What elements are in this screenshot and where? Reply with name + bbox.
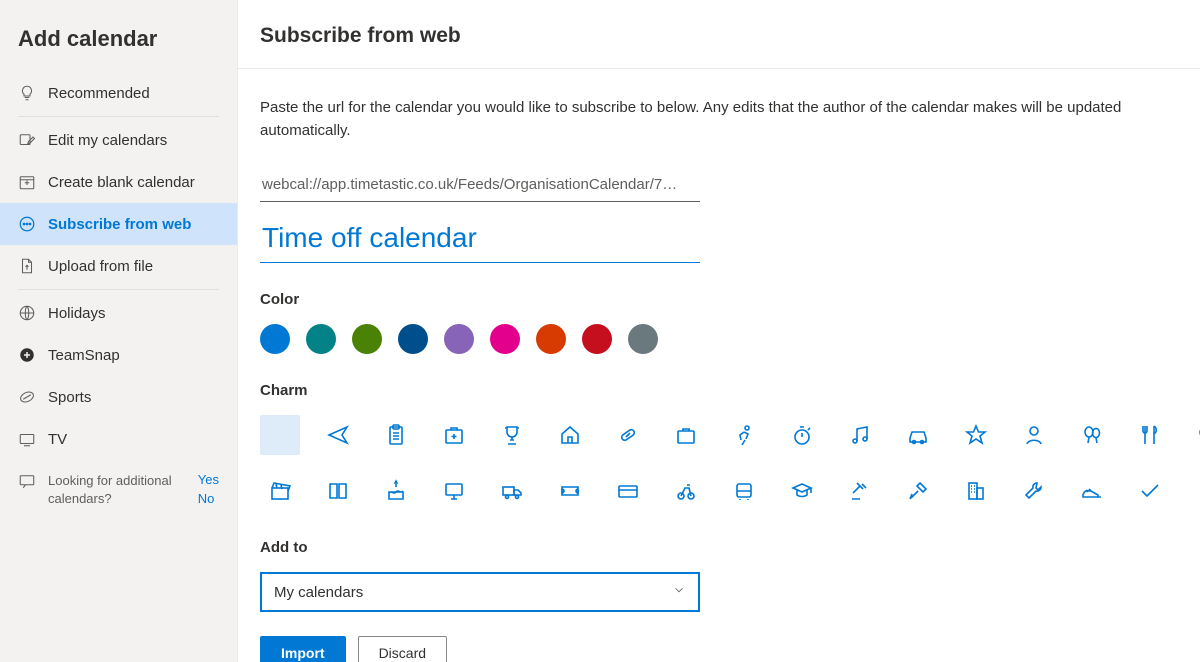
- sidebar-item-upload-file[interactable]: Upload from file: [0, 245, 237, 287]
- charm-truck-icon[interactable]: [492, 471, 532, 511]
- charm-graduation-icon[interactable]: [782, 471, 822, 511]
- sidebar-item-label: TeamSnap: [48, 347, 120, 364]
- addto-dropdown[interactable]: My calendars: [260, 572, 700, 612]
- charm-tools-icon[interactable]: [898, 471, 938, 511]
- charm-bike-icon[interactable]: [666, 471, 706, 511]
- charm-trophy-icon[interactable]: [492, 415, 532, 455]
- charm-label: Charm: [260, 382, 1200, 399]
- upload-file-icon: [18, 257, 36, 275]
- sidebar-item-label: Subscribe from web: [48, 216, 191, 233]
- sidebar-item-label: Sports: [48, 389, 91, 406]
- sidebar-item-label: Create blank calendar: [48, 174, 195, 191]
- charm-person-icon[interactable]: [1014, 415, 1054, 455]
- chevron-down-icon: [672, 583, 686, 601]
- charm-airplane-icon[interactable]: [318, 415, 358, 455]
- sidebar-item-label: Holidays: [48, 305, 106, 322]
- charm-shoe-icon[interactable]: [1072, 471, 1112, 511]
- charm-book-icon[interactable]: [318, 471, 358, 511]
- divider: [18, 289, 219, 290]
- calendar-url-input[interactable]: [260, 170, 700, 202]
- charm-star-icon[interactable]: [956, 415, 996, 455]
- charm-bus-icon[interactable]: [724, 471, 764, 511]
- color-option-purple[interactable]: [444, 324, 474, 354]
- globe-icon: [18, 304, 36, 322]
- feedback-no[interactable]: No: [198, 491, 219, 506]
- color-option-grey[interactable]: [628, 324, 658, 354]
- charm-stopwatch-icon[interactable]: [782, 415, 822, 455]
- main-pane: Subscribe from web Paste the url for the…: [238, 0, 1200, 662]
- color-label: Color: [260, 291, 1200, 308]
- globe-dots-icon: [18, 215, 36, 233]
- charm-creditcard-icon[interactable]: [608, 471, 648, 511]
- feedback-icon: [18, 472, 36, 493]
- sidebar-item-create-blank[interactable]: Create blank calendar: [0, 161, 237, 203]
- charm-none[interactable]: [260, 415, 300, 455]
- addto-value: My calendars: [274, 584, 363, 601]
- import-button[interactable]: Import: [260, 636, 346, 662]
- charm-home-icon[interactable]: [550, 415, 590, 455]
- add-calendar-icon: [18, 173, 36, 191]
- description-text: Paste the url for the calendar you would…: [260, 97, 1160, 142]
- sidebar: Add calendar Recommended Edit my calenda…: [0, 0, 238, 662]
- sidebar-item-label: TV: [48, 431, 67, 448]
- sidebar-item-recommended[interactable]: Recommended: [0, 72, 237, 114]
- page-title: Subscribe from web: [260, 24, 461, 48]
- color-option-blue[interactable]: [260, 324, 290, 354]
- charm-heart-icon[interactable]: [1188, 415, 1200, 455]
- sidebar-item-teamsnap[interactable]: TeamSnap: [0, 334, 237, 376]
- color-picker: [260, 324, 1200, 354]
- color-option-green[interactable]: [352, 324, 382, 354]
- sidebar-item-label: Recommended: [48, 85, 150, 102]
- color-option-orange[interactable]: [536, 324, 566, 354]
- charm-picker: [260, 415, 1200, 511]
- feedback-text: Looking for additional calendars?: [48, 472, 186, 508]
- charm-firstaid-icon[interactable]: [434, 415, 474, 455]
- sidebar-title: Add calendar: [0, 20, 237, 72]
- charm-cake-icon[interactable]: [376, 471, 416, 511]
- charm-briefcase-icon[interactable]: [666, 415, 706, 455]
- sports-icon: [18, 388, 36, 406]
- teamsnap-icon: [18, 346, 36, 364]
- sidebar-item-subscribe-web[interactable]: Subscribe from web: [0, 203, 237, 245]
- sidebar-item-holidays[interactable]: Holidays: [0, 292, 237, 334]
- lightbulb-icon: [18, 84, 36, 102]
- sidebar-item-label: Edit my calendars: [48, 132, 167, 149]
- charm-fork-knife-icon[interactable]: [1130, 415, 1170, 455]
- color-option-teal[interactable]: [306, 324, 336, 354]
- charm-car-icon[interactable]: [898, 415, 938, 455]
- charm-wrench-icon[interactable]: [1014, 471, 1054, 511]
- charm-gavel-icon[interactable]: [840, 471, 880, 511]
- charm-notepad-icon[interactable]: [1188, 471, 1200, 511]
- sidebar-item-tv[interactable]: TV: [0, 418, 237, 460]
- charm-building-icon[interactable]: [956, 471, 996, 511]
- charm-music-icon[interactable]: [840, 415, 880, 455]
- edit-calendar-icon: [18, 131, 36, 149]
- charm-running-icon[interactable]: [724, 415, 764, 455]
- charm-ticket-icon[interactable]: [550, 471, 590, 511]
- charm-pill-icon[interactable]: [608, 415, 648, 455]
- tv-icon: [18, 430, 36, 448]
- charm-balloons-icon[interactable]: [1072, 415, 1112, 455]
- feedback-yes[interactable]: Yes: [198, 472, 219, 487]
- color-option-red[interactable]: [582, 324, 612, 354]
- charm-clipboard-icon[interactable]: [376, 415, 416, 455]
- sidebar-item-label: Upload from file: [48, 258, 153, 275]
- divider: [18, 116, 219, 117]
- charm-checkmark-icon[interactable]: [1130, 471, 1170, 511]
- sidebar-item-sports[interactable]: Sports: [0, 376, 237, 418]
- sidebar-item-edit-calendars[interactable]: Edit my calendars: [0, 119, 237, 161]
- discard-button[interactable]: Discard: [358, 636, 447, 662]
- charm-monitor-icon[interactable]: [434, 471, 474, 511]
- addto-label: Add to: [260, 539, 1200, 556]
- charm-clapper-icon[interactable]: [260, 471, 300, 511]
- sidebar-feedback: Looking for additional calendars? Yes No: [0, 460, 237, 520]
- calendar-name-input[interactable]: [260, 220, 700, 263]
- color-option-pink[interactable]: [490, 324, 520, 354]
- color-option-navy[interactable]: [398, 324, 428, 354]
